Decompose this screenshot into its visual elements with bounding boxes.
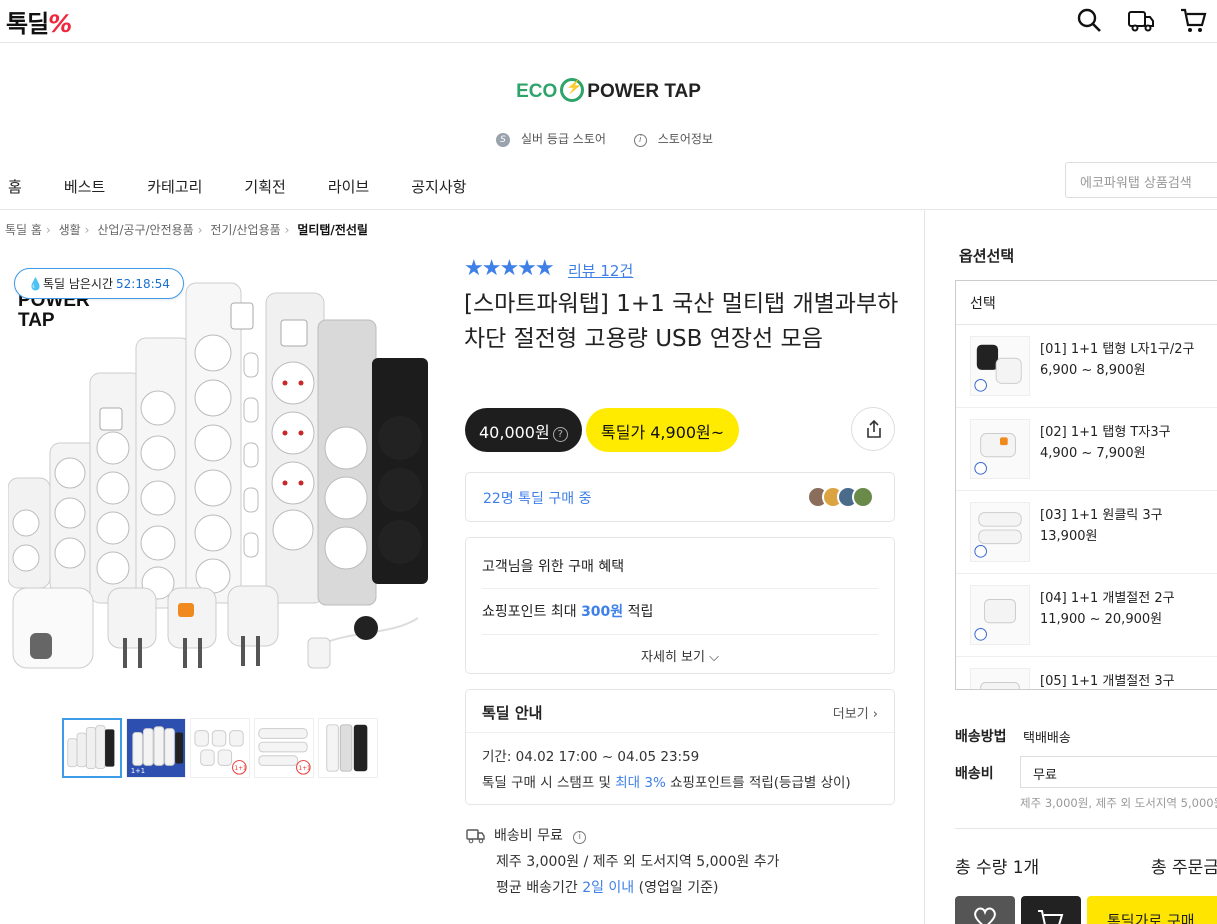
nav-category[interactable]: 카테고리 — [147, 176, 202, 197]
store-info-link[interactable]: i 스토어정보 — [633, 132, 721, 147]
avatar — [852, 486, 874, 508]
crumb-item[interactable]: 생활 — [59, 223, 81, 237]
nav-home[interactable]: 홈 — [8, 176, 22, 197]
option-thumbnail — [970, 336, 1030, 396]
thumb-badge: 1+1 — [131, 767, 145, 775]
ship-free: 배송비 무료 — [494, 828, 563, 844]
option-thumbnail — [970, 419, 1030, 479]
action-buttons: 톡딜가로 구매 — [955, 896, 1217, 924]
crumb-item[interactable]: 산업/공구/안전용품 — [97, 223, 193, 237]
store-logo[interactable]: ECOPOWER TAP — [0, 78, 1217, 103]
truck-icon[interactable] — [1127, 6, 1155, 34]
nav-live[interactable]: 라이브 — [328, 176, 369, 197]
guide-more-link[interactable]: 더보기 › — [833, 703, 878, 722]
add-to-cart-button[interactable] — [1021, 896, 1081, 924]
detail-more-button[interactable]: 자세히 보기 ⌵ — [466, 646, 894, 665]
buyer-avatars — [807, 486, 874, 508]
silver-badge-icon: S — [496, 133, 511, 147]
option-item[interactable]: [05] 1+1 개별절전 3구 — [956, 657, 1217, 689]
share-icon — [867, 419, 881, 438]
ship-extra: 제주 3,000원 / 제주 외 도서지역 5,000원 추가 — [496, 854, 780, 870]
deal-period: 기간: 04.02 17:00 ~ 04.05 23:59 — [482, 749, 700, 765]
crumb-item[interactable]: 전기/산업용품 — [210, 223, 280, 237]
ship-method-value: 택배배송 — [1023, 731, 1071, 746]
option-item[interactable]: [03] 1+1 원클릭 3구 13,900원 — [956, 491, 1217, 574]
option-thumbnail — [970, 502, 1030, 562]
cart-icon[interactable] — [1179, 6, 1207, 34]
thumb-badge: 1+1 — [235, 766, 248, 772]
buyers-count: 22명 톡딜 구매 중 — [483, 491, 592, 507]
divider — [482, 634, 878, 635]
truck-icon — [466, 829, 485, 844]
store-search-input[interactable]: 에코파워탭 상품검색 — [1065, 162, 1217, 198]
deal-guide-box: 톡딜 안내 더보기 › 기간: 04.02 17:00 ~ 04.05 23:5… — [465, 689, 895, 805]
store-meta: S 실버 등급 스토어 i 스토어정보 — [0, 130, 1217, 147]
buyers-box: 22명 톡딜 구매 중 — [465, 472, 895, 522]
deal-price: 톡딜가 4,900원~ — [586, 408, 740, 452]
original-price: 40,000원? — [465, 408, 582, 452]
ship-fee-label: 배송비 — [955, 766, 994, 782]
power-ring-icon — [560, 78, 585, 102]
wishlist-button[interactable] — [955, 896, 1015, 924]
talkdeal-logo[interactable]: 톡딜% — [6, 4, 72, 39]
deal-timer: 💧톡딜 남은시간 52:18:54 — [14, 268, 184, 299]
option-item[interactable]: [04] 1+1 개별절전 2구 11,900 ~ 20,900원 — [956, 574, 1217, 657]
option-title: 옵션선택 — [959, 247, 1015, 265]
buy-button[interactable]: 톡딜가로 구매 — [1087, 896, 1217, 924]
product-title: [스마트파워탭] 1+1 국산 멀티탭 개별과부하차단 절전형 고용량 USB … — [464, 291, 899, 352]
option-item[interactable]: [01] 1+1 탭형 L자1구/2구 6,900 ~ 8,900원 — [956, 325, 1217, 408]
guide-title: 톡딜 안내 — [482, 704, 543, 722]
option-panel: 옵션선택 선택 [01] 1+1 탭형 L자1구/2구 6,900 ~ 8,90… — [924, 210, 1217, 924]
info-icon: i — [633, 134, 647, 147]
option-thumbnail — [970, 585, 1030, 645]
cart-icon — [1038, 910, 1064, 924]
thumbnail[interactable]: 1+1 — [126, 718, 186, 778]
top-icons — [1075, 6, 1207, 34]
thumbnail[interactable]: 1+1 — [254, 718, 314, 778]
divider — [955, 828, 1217, 829]
nav-notice[interactable]: 공지사항 — [411, 176, 466, 197]
breadcrumb: 톡딜 홈 › 생활 › 산업/공구/안전용품 › 전기/산업용품 › 멀티탭/전선릴 — [5, 223, 368, 237]
info-icon[interactable]: i — [573, 831, 587, 844]
ship-fee-select[interactable]: 무료 — [1020, 756, 1217, 788]
svg-text:TAP: TAP — [18, 310, 55, 331]
divider — [466, 732, 894, 733]
benefit-box: 고객님을 위한 구매 혜택 쇼핑포인트 최대 300원 적립 자세히 보기 ⌵ — [465, 537, 895, 674]
thumbnail-list: 1+1 1+1 1+1 — [62, 718, 378, 778]
stamp-info: 톡딜 구매 시 스탬프 및 최대 3% 쇼핑포인트를 적립(등급별 상이) — [482, 775, 851, 791]
thumbnail[interactable] — [62, 718, 122, 778]
search-icon[interactable] — [1075, 6, 1103, 34]
total-price: 총 주문금 — [1151, 858, 1217, 878]
thumbnail[interactable] — [318, 718, 378, 778]
total-quantity: 총 수량 1개 — [955, 858, 1040, 878]
share-button[interactable] — [851, 407, 895, 451]
help-icon[interactable]: ? — [552, 427, 568, 442]
store-grade: S 실버 등급 스토어 — [496, 132, 614, 147]
divider — [482, 588, 878, 589]
reviews-link[interactable]: 리뷰 12건 — [568, 260, 633, 281]
option-select-header[interactable]: 선택 — [956, 281, 1217, 325]
option-item[interactable]: [02] 1+1 탭형 T자3구 4,900 ~ 7,900원 — [956, 408, 1217, 491]
store-nav: 홈 베스트 카테고리 기획전 라이브 공지사항 — [8, 176, 508, 197]
option-dropdown[interactable]: 선택 [01] 1+1 탭형 L자1구/2구 6,900 ~ 8,900원 [0… — [955, 280, 1217, 690]
ship-average: 평균 배송기간 2일 이내 (영업일 기준) — [496, 880, 719, 896]
points-info: 쇼핑포인트 최대 300원 적립 — [482, 604, 654, 620]
drop-icon: 💧 — [28, 277, 43, 291]
heart-icon — [974, 907, 996, 924]
nav-exhibition[interactable]: 기획전 — [244, 176, 285, 197]
option-thumbnail — [970, 668, 1030, 689]
thumb-badge: 1+1 — [299, 766, 312, 772]
rating-stars: ★★★★★ — [464, 256, 555, 281]
crumb-item[interactable]: 톡딜 홈 — [5, 223, 42, 237]
nav-best[interactable]: 베스트 — [64, 176, 105, 197]
benefit-title: 고객님을 위한 구매 혜택 — [482, 559, 625, 575]
thumbnail[interactable]: 1+1 — [190, 718, 250, 778]
product-main-image[interactable]: POWER TAP — [8, 258, 438, 698]
ship-fee-note: 제주 3,000원, 제주 외 도서지역 5,000원 — [1020, 796, 1217, 810]
ship-method-label: 배송방법 — [955, 729, 1007, 745]
top-bar: 톡딜% — [0, 0, 1217, 43]
shipping-info: 배송비 무료 i 제주 3,000원 / 제주 외 도서지역 5,000원 추가… — [466, 823, 779, 901]
crumb-current: 멀티탭/전선릴 — [297, 223, 368, 237]
